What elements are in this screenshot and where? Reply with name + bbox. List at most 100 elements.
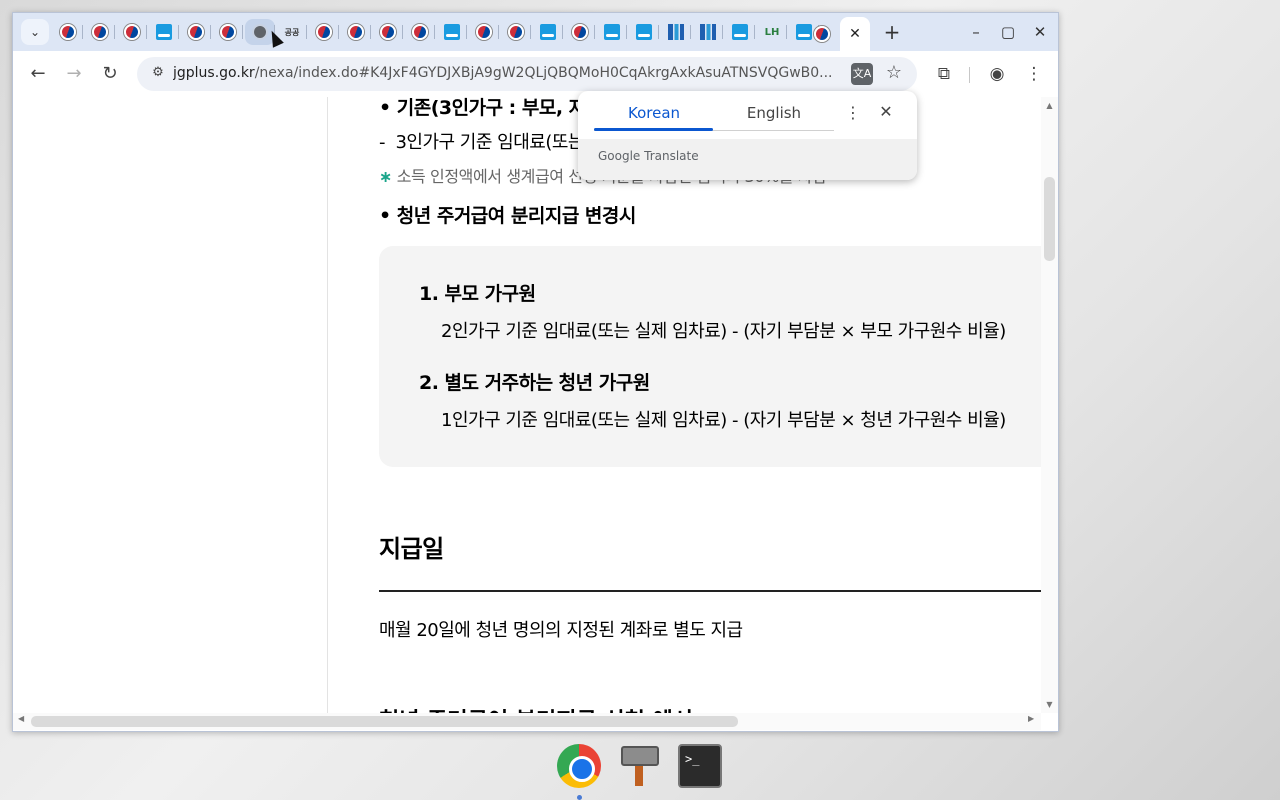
chrome-taskbar-icon[interactable] xyxy=(557,744,601,788)
menu-kebab-icon[interactable]: ⋮ xyxy=(1021,61,1047,87)
translate-options-icon[interactable]: ⋮ xyxy=(843,103,863,122)
browser-tab[interactable] xyxy=(437,19,467,45)
vertical-scrollbar[interactable]: ▲ ▼ xyxy=(1041,97,1058,713)
bullet-existing: • 기존(3인가구 : 부모, 자녀 xyxy=(379,97,603,119)
taeguk-icon xyxy=(316,24,332,40)
section-divider xyxy=(379,590,1041,592)
existing-calc-line: - 3인가구 기준 임대료(또는 xyxy=(379,132,584,153)
terminal-taskbar-icon[interactable]: >_ xyxy=(678,744,722,788)
address-bar[interactable]: ⚙ jgplus.go.kr/nexa/index.do#K4JxF4GYDJX… xyxy=(137,57,917,91)
page-content: • 기존(3인가구 : 부모, 자녀 - 3인가구 기준 임대료(또는 ∗ 소득… xyxy=(13,97,1041,713)
taeguk-icon xyxy=(188,24,204,40)
browser-tab[interactable] xyxy=(501,19,531,45)
active-tab[interactable]: ✕ xyxy=(814,17,870,51)
blue-site-icon xyxy=(732,24,748,40)
building-icon xyxy=(668,24,684,40)
browser-tab[interactable] xyxy=(405,19,435,45)
profile-icon[interactable]: ◉ xyxy=(984,61,1010,87)
tab-search-button[interactable]: ⌄ xyxy=(21,19,49,45)
browser-tab[interactable]: LH xyxy=(757,19,787,45)
extensions-icon[interactable]: ⧉ xyxy=(931,61,957,87)
taeguk-icon xyxy=(92,24,108,40)
translate-icon[interactable]: 文A xyxy=(851,63,873,85)
browser-tab[interactable] xyxy=(309,19,339,45)
tab-korean[interactable]: Korean xyxy=(594,104,714,122)
taeguk-icon xyxy=(60,24,76,40)
browser-tab[interactable] xyxy=(149,19,179,45)
browser-tab[interactable] xyxy=(181,19,211,45)
tab-separator xyxy=(530,25,531,39)
tab-separator xyxy=(242,25,243,39)
browser-tab[interactable] xyxy=(373,19,403,45)
arrow-left-icon: ← xyxy=(30,63,46,84)
browser-tab[interactable] xyxy=(117,19,147,45)
browser-tab[interactable] xyxy=(213,19,243,45)
minimize-button[interactable]: – xyxy=(964,21,988,43)
scroll-left-icon[interactable]: ◀ xyxy=(18,714,24,723)
browser-tab[interactable] xyxy=(725,19,755,45)
blue-site-icon xyxy=(156,24,172,40)
tab-separator xyxy=(306,25,307,39)
tab-separator xyxy=(402,25,403,39)
tab-separator xyxy=(498,25,499,39)
browser-tab[interactable] xyxy=(597,19,627,45)
building-icon xyxy=(700,24,716,40)
scroll-right-icon[interactable]: ▶ xyxy=(1028,714,1034,723)
section-title: 지급일 xyxy=(379,535,444,563)
browser-tab[interactable] xyxy=(661,19,691,45)
close-tab-icon[interactable]: ✕ xyxy=(849,26,861,42)
site-info-icon[interactable]: ⚙ xyxy=(149,65,167,83)
browser-tab[interactable] xyxy=(469,19,499,45)
box-item2-text: 1인가구 기준 임대료(또는 실제 임차료) - (자기 부담분 × 청년 가구… xyxy=(441,410,1006,431)
taeguk-icon xyxy=(508,24,524,40)
tab-separator xyxy=(114,25,115,39)
new-tab-button[interactable]: + xyxy=(881,21,903,43)
translate-popup: Korean English ⋮ ✕ Google Translate xyxy=(578,91,917,180)
tool-taskbar-icon[interactable] xyxy=(619,744,663,788)
reload-button[interactable]: ↻ xyxy=(97,61,123,87)
scroll-up-icon[interactable]: ▲ xyxy=(1041,101,1058,110)
browser-tab[interactable] xyxy=(693,19,723,45)
browser-tab[interactable] xyxy=(533,19,563,45)
blue-site-icon xyxy=(636,24,652,40)
tab-separator xyxy=(82,25,83,39)
language-tabs: Korean English xyxy=(594,91,834,131)
close-window-button[interactable]: ✕ xyxy=(1028,21,1052,43)
text-logo-icon: 공공 xyxy=(284,27,300,37)
blue-site-icon xyxy=(604,24,620,40)
horizontal-scroll-thumb[interactable] xyxy=(31,716,738,727)
scroll-down-icon[interactable]: ▼ xyxy=(1041,700,1058,709)
taeguk-icon xyxy=(380,24,396,40)
close-icon[interactable]: ✕ xyxy=(876,102,896,121)
browser-tab[interactable] xyxy=(341,19,371,45)
translate-footer: Google Translate xyxy=(578,139,917,180)
box-item2-heading: 2. 별도 거주하는 청년 가구원 xyxy=(419,372,650,394)
browser-tab[interactable] xyxy=(85,19,115,45)
globe-icon xyxy=(252,24,268,40)
asterisk-icon: ∗ xyxy=(379,167,393,186)
tab-separator xyxy=(434,25,435,39)
bookmark-star-icon[interactable]: ☆ xyxy=(883,62,905,84)
next-section-title: 청년 주거급여 분리지급 신청 예시 xyxy=(379,703,693,713)
tab-separator xyxy=(786,25,787,39)
tab-separator xyxy=(562,25,563,39)
horizontal-scrollbar[interactable]: ◀ ▶ xyxy=(13,713,1041,730)
maximize-button[interactable]: ▢ xyxy=(996,21,1020,43)
toolbar-divider xyxy=(969,67,970,83)
tab-separator xyxy=(754,25,755,39)
tab-english[interactable]: English xyxy=(714,104,834,122)
back-button[interactable]: ← xyxy=(25,61,51,87)
running-indicator xyxy=(577,795,582,800)
browser-tab[interactable] xyxy=(629,19,659,45)
tab-separator xyxy=(658,25,659,39)
taeguk-icon xyxy=(124,24,140,40)
browser-tab[interactable] xyxy=(53,19,83,45)
tab-separator xyxy=(370,25,371,39)
tab-separator xyxy=(146,25,147,39)
browser-tab[interactable] xyxy=(565,19,595,45)
forward-button[interactable]: → xyxy=(61,61,87,87)
url-text[interactable]: jgplus.go.kr/nexa/index.do#K4JxF4GYDJXBj… xyxy=(173,65,845,81)
taeguk-icon xyxy=(572,24,588,40)
bullet-change: • 청년 주거급여 분리지급 변경시 xyxy=(379,205,636,227)
vertical-scroll-thumb[interactable] xyxy=(1044,177,1055,261)
